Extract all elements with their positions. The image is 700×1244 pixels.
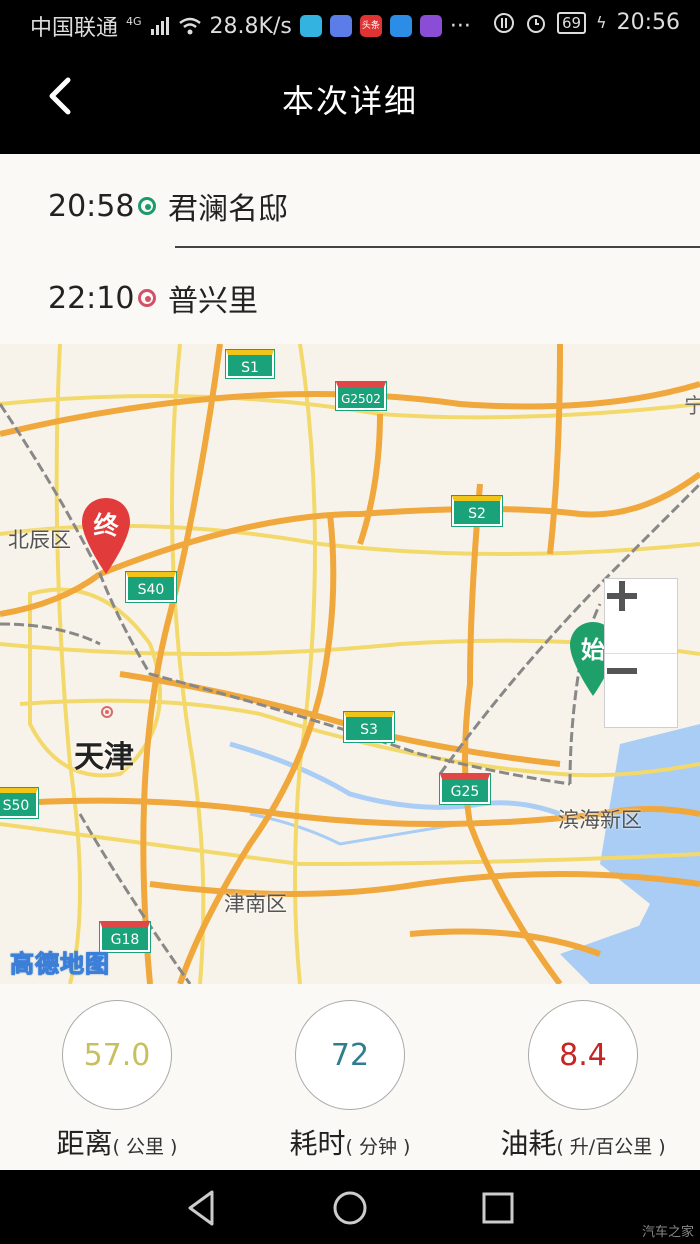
more-notifications-icon: ··· [449,13,471,39]
alarm-icon [526,14,545,33]
route-map[interactable]: 天津 北辰区 津南区 滨海新区 宁 S1 G2502 S2 S40 S3 G25… [0,344,700,984]
carrier-label: 中国联通 [30,16,119,41]
road-shield-g2502: G2502 [335,381,387,411]
page-title: 本次详细 [281,82,418,120]
route-summary: 20:58 君澜名邸 22:10 普兴里 [0,154,700,344]
map-label-beichen: 北辰区 [8,528,71,552]
road-shield-s40: S40 [125,571,177,603]
duration-circle: 72 [295,1000,405,1110]
start-place: 君澜名邸 [168,192,288,227]
distance-value: 57.0 [83,1037,151,1073]
distance-unit: ( 公里 ) [112,1136,178,1158]
network-type: 4G [126,14,142,28]
charging-icon: ϟ [596,13,607,32]
distance-label: 距离 [56,1127,113,1160]
fuel-circle: 8.4 [528,1000,638,1110]
duration-value: 72 [330,1037,370,1073]
river [229,741,561,817]
end-marker[interactable]: 终 [80,496,132,576]
app-icon-blue [389,15,412,37]
fuel-stat: 8.4 油耗( 升/百公里 ) [468,1000,698,1162]
start-time: 20:58 [48,188,135,224]
news-app-icon: 头条 [359,15,382,37]
road-shield-s2: S2 [451,495,503,527]
nfc-icon [493,12,514,33]
duration-unit: ( 分钟 ) [345,1136,411,1158]
duration-label: 耗时 [289,1127,346,1160]
map-label-tianjin: 天津 [74,740,134,775]
nav-home-button[interactable] [328,1186,372,1230]
route-end-row: 22:10 普兴里 [48,276,258,320]
fuel-label: 油耗 [500,1127,557,1160]
system-nav-bar: 汽车之家 [0,1170,700,1244]
trip-stats: 57.0 距离( 公里 ) 72 耗时( 分钟 ) 8.4 油耗( 升/百公里 … [0,984,700,1170]
circle-home-icon [333,1191,367,1225]
signal-icon [150,17,169,35]
map-label-jinnan: 津南区 [224,892,287,916]
route-start-row: 20:58 君澜名邸 [48,184,288,228]
minus-icon [607,668,637,674]
end-time: 22:10 [48,280,135,316]
watermark: 汽车之家 [641,1225,694,1240]
clock: 20:56 [616,10,680,35]
bay-area [560,904,700,984]
zoom-controls [604,578,678,728]
music-app-icon [329,15,352,37]
start-dot-icon [138,197,156,215]
road-shield-s50: S50 [0,787,39,819]
end-marker-label: 终 [93,511,119,540]
distance-stat: 57.0 距离( 公里 ) [2,1000,232,1162]
end-place: 普兴里 [168,284,258,319]
triangle-back-icon [188,1190,214,1226]
status-bar: 中国联通 4G 28.8K/s 头条 ··· 69 ϟ 20:56 [0,0,700,50]
book-app-icon [299,15,322,37]
plus-icon [607,581,637,611]
map-label-edge: 宁 [684,394,700,418]
road-shield-s3: S3 [343,711,395,743]
duration-stat: 72 耗时( 分钟 ) [235,1000,465,1162]
fuel-unit: ( 升/百公里 ) [556,1136,666,1158]
nav-back-button[interactable] [180,1186,224,1230]
header: 本次详细 [0,50,700,154]
network-speed: 28.8K/s [209,13,292,39]
battery-icon: 69 [556,11,587,34]
zoom-out-button[interactable] [605,654,677,728]
video-app-icon [419,15,442,37]
route-divider [175,246,700,248]
end-dot-icon [138,289,156,307]
map-logo: 高德地图 [10,950,110,979]
fuel-value: 8.4 [559,1037,607,1073]
zoom-in-button[interactable] [605,579,677,653]
distance-circle: 57.0 [62,1000,172,1110]
road-shield-s1: S1 [225,349,275,379]
map-label-binhai: 滨海新区 [558,808,642,832]
road-shield-g25: G25 [439,773,491,805]
nav-recents-button[interactable] [476,1186,520,1230]
square-recents-icon [482,1192,514,1224]
wifi-icon [178,17,201,35]
